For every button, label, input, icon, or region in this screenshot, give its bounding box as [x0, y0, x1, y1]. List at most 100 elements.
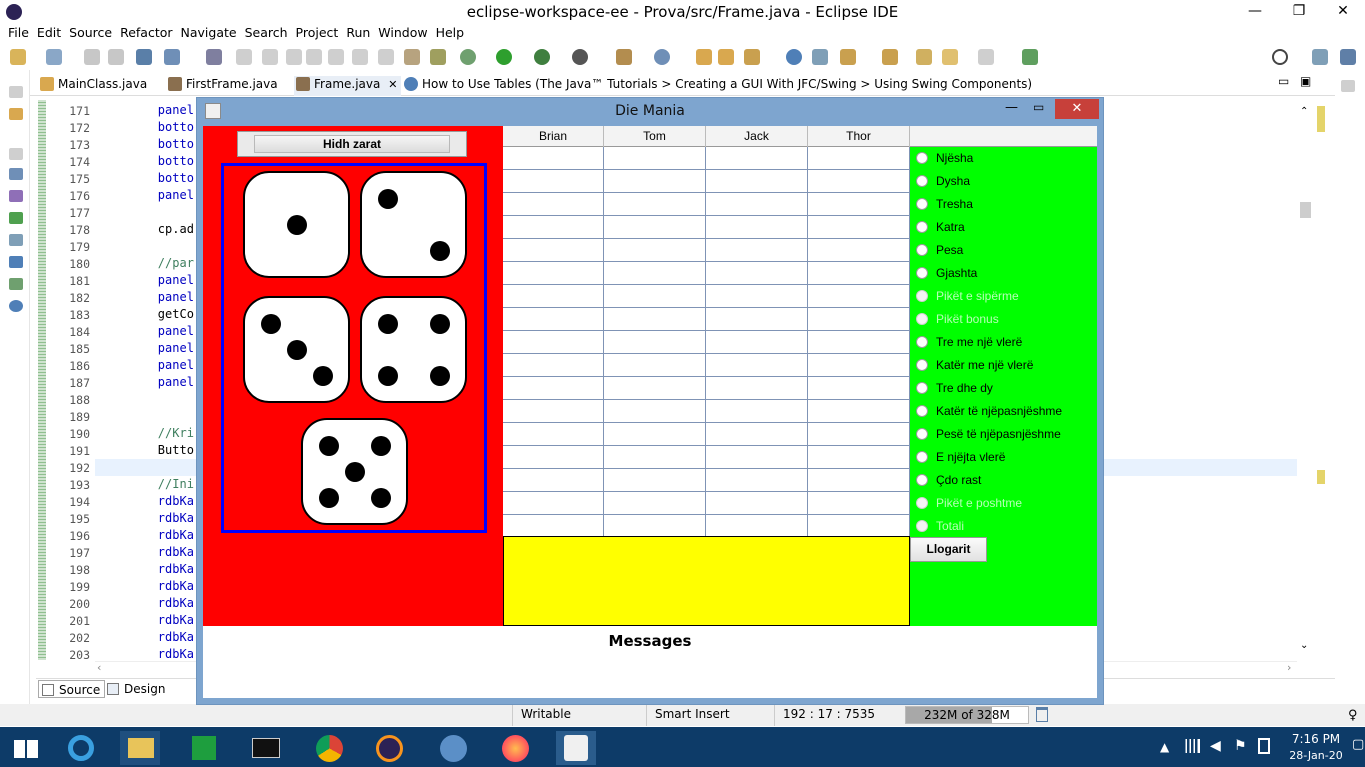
app-maximize-icon[interactable]: ▭	[1033, 100, 1044, 114]
action-flag-icon[interactable]: ⚑	[1234, 738, 1247, 754]
score-cell[interactable]	[604, 239, 706, 262]
category-radio[interactable]: Pesë të njëpasnjëshme	[914, 425, 1061, 443]
score-cell[interactable]	[706, 377, 808, 400]
score-cell[interactable]	[604, 331, 706, 354]
console-icon[interactable]	[9, 256, 23, 268]
score-cell[interactable]	[808, 446, 910, 469]
category-radio[interactable]: Tresha	[914, 195, 973, 213]
menu-edit[interactable]: Edit	[33, 24, 65, 42]
category-radio[interactable]: Katër me një vlerë	[914, 356, 1033, 374]
taskbar-store[interactable]	[184, 731, 224, 765]
menu-search[interactable]: Search	[241, 24, 292, 42]
taskbar-app[interactable]	[434, 731, 474, 765]
tab-firstframe[interactable]: FirstFrame.java	[166, 76, 278, 92]
score-cell[interactable]	[503, 193, 604, 216]
tip-lightbulb-icon[interactable]: ♀	[1348, 708, 1358, 723]
restore-view-icon-2[interactable]	[9, 148, 23, 160]
score-cell[interactable]	[706, 193, 808, 216]
score-cell[interactable]	[808, 492, 910, 515]
score-cell[interactable]	[604, 446, 706, 469]
network-icon[interactable]	[1184, 739, 1200, 753]
back-icon[interactable]	[942, 49, 958, 65]
category-radio[interactable]: Një​sha	[914, 149, 973, 167]
editor-scrollbar[interactable]: ⌃ ⌄	[1297, 100, 1314, 660]
score-cell[interactable]	[604, 170, 706, 193]
score-cell[interactable]	[604, 216, 706, 239]
clock-time[interactable]: 7:16 PM	[1285, 732, 1347, 746]
prev-annotation-icon[interactable]	[882, 49, 898, 65]
show-hidden-icons[interactable]: ▲	[1160, 740, 1169, 754]
score-cell[interactable]	[808, 239, 910, 262]
score-cell[interactable]	[604, 354, 706, 377]
score-cell[interactable]	[706, 216, 808, 239]
category-radio[interactable]: Katra	[914, 218, 965, 236]
use-step-filters-icon[interactable]	[430, 49, 446, 65]
score-cell[interactable]	[706, 354, 808, 377]
score-cell[interactable]	[706, 170, 808, 193]
score-cell[interactable]	[706, 423, 808, 446]
score-cell[interactable]	[503, 285, 604, 308]
next-annotation-icon[interactable]	[840, 49, 856, 65]
javadoc-icon[interactable]	[9, 300, 23, 312]
score-cell[interactable]	[503, 354, 604, 377]
debug-icon[interactable]	[460, 49, 476, 65]
score-cell[interactable]	[706, 446, 808, 469]
save-all-icon[interactable]	[108, 49, 124, 65]
category-radio[interactable]: Çdo rast	[914, 471, 981, 489]
score-cell[interactable]	[604, 147, 706, 170]
new-package-icon[interactable]	[46, 49, 62, 65]
taskbar-explorer[interactable]	[120, 731, 160, 765]
category-radio[interactable]: Gjashta	[914, 264, 977, 282]
score-cell[interactable]	[503, 216, 604, 239]
menu-refactor[interactable]: Refactor	[116, 24, 176, 42]
outline-icon[interactable]	[9, 168, 23, 180]
search-tool-icon[interactable]	[744, 49, 760, 65]
score-cell[interactable]	[808, 193, 910, 216]
category-radio[interactable]: Pesa	[914, 241, 963, 259]
score-cell[interactable]	[808, 331, 910, 354]
scroll-right-icon[interactable]: ›	[1287, 661, 1291, 674]
score-cell[interactable]	[503, 377, 604, 400]
step-over-icon[interactable]	[352, 49, 368, 65]
score-cell[interactable]	[706, 515, 808, 538]
score-cell[interactable]	[706, 285, 808, 308]
score-cell[interactable]	[706, 469, 808, 492]
score-cell[interactable]	[604, 400, 706, 423]
menu-file[interactable]: File	[4, 24, 33, 42]
tab-how-to-use-tables[interactable]: How to Use Tables (The Java™ Tutorials >…	[402, 76, 1032, 92]
die-1[interactable]	[243, 171, 350, 278]
open-task-icon[interactable]	[718, 49, 734, 65]
toggle-icon[interactable]	[164, 49, 180, 65]
disconnect-icon[interactable]	[306, 49, 322, 65]
score-cell[interactable]	[604, 193, 706, 216]
die-4[interactable]	[360, 296, 467, 403]
design-tab[interactable]: Design	[104, 680, 169, 698]
score-cell[interactable]	[808, 170, 910, 193]
restore-view-icon[interactable]	[9, 86, 23, 98]
close-icon[interactable]: ✕	[1321, 0, 1365, 24]
score-cell[interactable]	[604, 308, 706, 331]
score-cell[interactable]	[706, 492, 808, 515]
player-column-header[interactable]: Tom	[604, 126, 706, 147]
category-radio[interactable]: Dysha	[914, 172, 970, 190]
run-icon[interactable]	[496, 49, 512, 65]
java-ee-perspective-icon[interactable]	[1340, 49, 1356, 65]
heap-status[interactable]: 232M of 328M	[905, 706, 1029, 724]
category-radio[interactable]: E njëjta vlerë	[914, 448, 1005, 466]
annotation-icon[interactable]	[812, 49, 828, 65]
properties-icon[interactable]	[9, 234, 23, 246]
open-perspective-icon[interactable]	[1312, 49, 1328, 65]
taskbar-java[interactable]	[556, 731, 596, 765]
score-cell[interactable]	[604, 469, 706, 492]
score-cell[interactable]	[808, 216, 910, 239]
score-cell[interactable]	[503, 308, 604, 331]
drop-frame-icon[interactable]	[404, 49, 420, 65]
player-column-header[interactable]: Brian	[503, 126, 604, 147]
score-cell[interactable]	[604, 285, 706, 308]
terminal-icon[interactable]	[136, 49, 152, 65]
player-column-header[interactable]: Jack	[706, 126, 808, 147]
minimize-icon[interactable]: —	[1233, 0, 1277, 24]
score-cell[interactable]	[604, 262, 706, 285]
category-radio[interactable]: Tre me një vlerë	[914, 333, 1022, 351]
score-cell[interactable]	[808, 147, 910, 170]
